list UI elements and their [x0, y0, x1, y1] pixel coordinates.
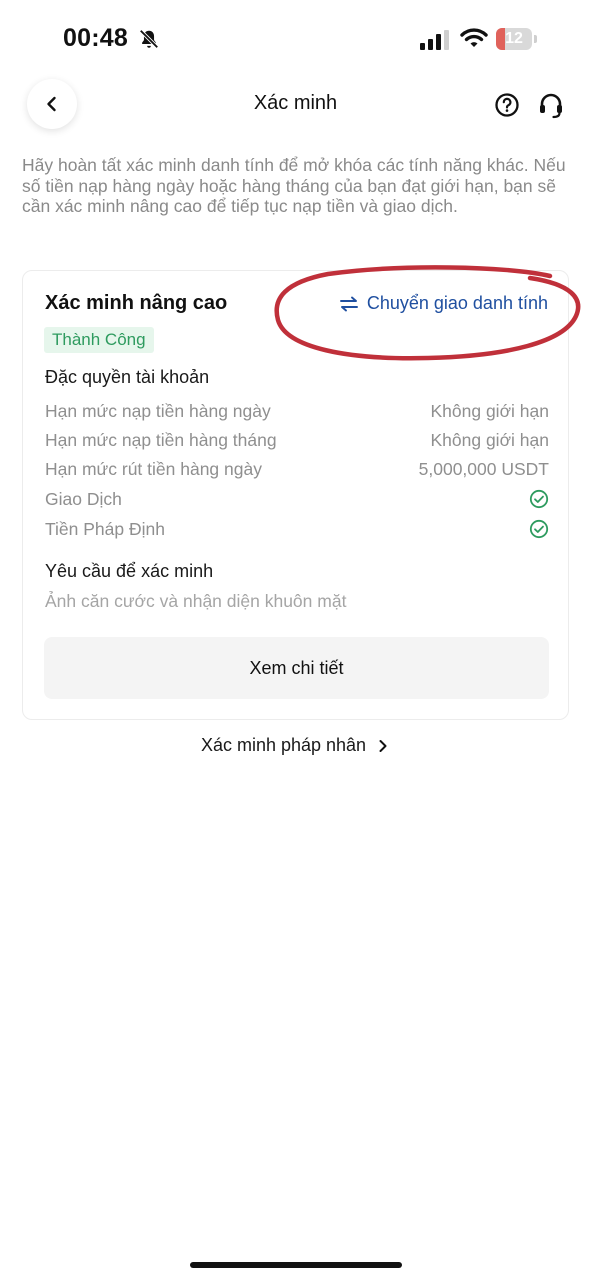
legal-entity-label: Xác minh pháp nhân	[200, 735, 367, 755]
transfer-identity-label: Chuyển giao danh tính	[366, 293, 548, 313]
legal-entity-verification-link[interactable]: Xác minh pháp nhân	[0, 735, 591, 756]
privilege-value: Không giới hạn	[430, 429, 549, 450]
check-circle-icon	[529, 489, 549, 509]
wifi-icon	[460, 28, 488, 47]
privilege-label: Hạn mức rút tiền hàng ngày	[45, 458, 262, 479]
requirements-heading: Yêu cầu để xác minh	[45, 561, 214, 581]
chevron-right-icon	[379, 739, 387, 752]
view-details-button[interactable]: Xem chi tiết	[44, 637, 549, 699]
privilege-label: Hạn mức nạp tiền hàng ngày	[45, 400, 271, 421]
swap-arrows-icon	[339, 296, 358, 311]
transfer-identity-link[interactable]: Chuyển giao danh tính	[339, 293, 548, 314]
privilege-row: Giao Dịch	[45, 487, 549, 511]
requirements-text: Ảnh căn cước và nhận diện khuôn mặt	[45, 591, 347, 611]
battery-indicator: 12	[496, 28, 537, 50]
advanced-verification-card: Xác minh nâng cao Chuyển giao danh tính …	[22, 270, 569, 720]
privilege-label: Giao Dịch	[45, 488, 122, 509]
headset-icon[interactable]	[537, 91, 565, 119]
privilege-row: Tiền Pháp Định	[45, 517, 549, 541]
home-indicator	[190, 1262, 402, 1268]
intro-description: Hãy hoàn tất xác minh danh tính để mở kh…	[22, 155, 566, 216]
check-circle-icon	[529, 519, 549, 539]
status-badge: Thành Công	[44, 327, 154, 353]
battery-level: 12	[505, 30, 523, 47]
privilege-value: Không giới hạn	[430, 400, 549, 421]
privilege-value: 5,000,000 USDT	[418, 458, 549, 479]
privilege-label: Hạn mức nạp tiền hàng tháng	[45, 429, 277, 450]
privilege-row: Hạn mức nạp tiền hàng ngày Không giới hạ…	[45, 399, 549, 423]
privileges-heading: Đặc quyền tài khoản	[45, 367, 210, 387]
signal-icon	[420, 30, 449, 50]
status-time: 00:48	[63, 24, 128, 52]
privilege-row: Hạn mức nạp tiền hàng tháng Không giới h…	[45, 428, 549, 452]
privilege-label: Tiền Pháp Định	[45, 518, 165, 539]
help-icon[interactable]	[494, 92, 520, 118]
privilege-row: Hạn mức rút tiền hàng ngày 5,000,000 USD…	[45, 457, 549, 481]
bell-off-icon	[139, 29, 159, 49]
status-bar: 00:48 12	[0, 0, 591, 80]
card-title: Xác minh nâng cao	[45, 292, 228, 314]
